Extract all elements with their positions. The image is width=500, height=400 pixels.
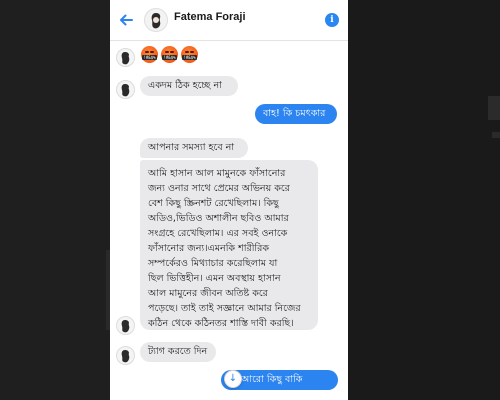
message-line: আল মামুনের জীবন অতিষ্ট করে — [148, 288, 268, 299]
incoming-message[interactable]: আপনার সমস্যা হবে না — [140, 138, 248, 158]
message-line: জন্য ওনার সাথে প্রেমের অভিনয় করে — [148, 183, 290, 194]
message-line: আমি হাসান আল মামুনকে ফাঁসানোর — [148, 168, 286, 179]
incoming-message[interactable]: ট্যাগ করতে দিন — [140, 342, 216, 362]
message-line: অডিও,ভিডিও অশালীন ছবিও আমার — [148, 213, 289, 224]
message-line: সংগ্রহে রেখেছিলাম। এর সবই ওনাকে — [148, 228, 288, 239]
angry-censored-face-emoji: !#&$% — [161, 46, 178, 63]
message-line: কঠিন থেকে কঠিনতর শাস্তি দাবী করছি। — [148, 318, 294, 329]
info-icon[interactable]: i — [325, 13, 339, 27]
sender-avatar — [116, 346, 135, 365]
sender-avatar — [116, 316, 135, 335]
contact-avatar[interactable] — [144, 8, 168, 32]
angry-censored-face-emoji: !#&$% — [181, 46, 198, 63]
arrow-left-icon — [120, 14, 133, 26]
incoming-message-long[interactable]: আমি হাসান আল মামুনকে ফাঁসানোর জন্য ওনার … — [140, 160, 318, 330]
message-line: পড়েছে। তাই তাই সজ্ঞানে আমার নিজের — [148, 303, 301, 314]
contact-name[interactable]: Fatema Foraji — [174, 11, 246, 23]
background-mark — [488, 96, 500, 120]
message-line: ছিল ভিত্তিহীন। এমন অবস্থায় হাসান — [148, 273, 281, 284]
back-button[interactable] — [118, 12, 134, 28]
message-line: সম্পর্কেরও মিথ্যাচার করেছিলাম যা — [148, 258, 278, 269]
chat-header: Fatema Foraji i — [110, 0, 348, 41]
sender-avatar — [116, 48, 135, 67]
outgoing-message[interactable]: বাহ! কি চমৎকার — [255, 104, 337, 124]
message-line: ফাঁসানোর জন্য।এমনকি শারীরিক — [148, 243, 270, 254]
angry-censored-face-emoji: !#&$% — [141, 46, 158, 63]
background-left — [0, 0, 110, 400]
background-mark — [492, 132, 500, 138]
chat-screen: Fatema Foraji i !#&$% !#&$% !#&$% একদম ঠ… — [110, 0, 348, 400]
background-right — [348, 0, 500, 400]
incoming-message[interactable]: একদম ঠিক হচ্ছে না — [140, 76, 238, 96]
arrow-down-icon[interactable]: ↓ — [224, 370, 242, 388]
sender-avatar — [116, 80, 135, 99]
message-line: বেশ কিছু স্ক্রিনশট রেখেছিলাম। কিছু — [148, 198, 279, 209]
